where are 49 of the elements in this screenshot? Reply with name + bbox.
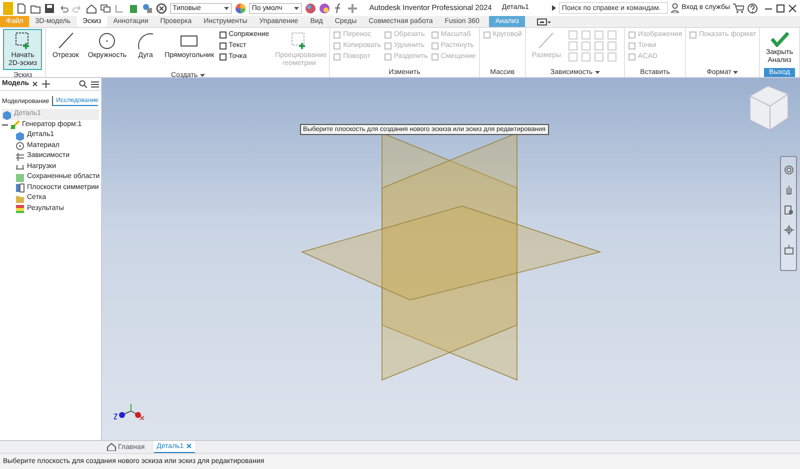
constraints-icon (15, 152, 25, 162)
results-icon (15, 204, 25, 214)
planes-icon (15, 183, 25, 194)
arrow-icon[interactable] (552, 5, 556, 11)
regions-icon (15, 172, 25, 183)
caret-icon[interactable] (594, 71, 600, 74)
tool-icon (482, 30, 491, 38)
pan-icon[interactable] (784, 185, 794, 195)
plus-icon[interactable] (42, 80, 50, 88)
menu-icon[interactable] (91, 80, 99, 88)
appearance-icon[interactable] (319, 2, 330, 14)
tool-icon (536, 31, 556, 50)
material-icon[interactable] (305, 2, 316, 14)
close-icon[interactable] (788, 4, 797, 12)
tool-icon (56, 31, 76, 50)
tool-icon (689, 30, 698, 38)
home-icon (107, 443, 116, 451)
maximize-icon[interactable] (776, 4, 785, 12)
tool-icon (97, 31, 118, 50)
caret-icon[interactable] (733, 71, 738, 74)
zoom-icon[interactable] (784, 205, 794, 215)
color-wheel-icon[interactable] (234, 2, 246, 14)
help-icon[interactable] (747, 2, 758, 14)
search-icon[interactable] (79, 80, 87, 88)
open-folder-icon[interactable] (30, 2, 41, 14)
material-icon (15, 141, 25, 152)
caret-icon (224, 6, 229, 10)
windows-icon[interactable] (100, 2, 111, 14)
undo-icon[interactable] (58, 2, 69, 14)
tool-icon (136, 31, 156, 50)
close-icon[interactable] (32, 81, 38, 87)
collapse-icon[interactable] (2, 122, 8, 128)
cart-icon[interactable] (733, 3, 744, 13)
generator-icon (10, 120, 20, 130)
orbit-icon[interactable] (784, 225, 794, 235)
app-logo-icon (3, 2, 13, 14)
axis-triad-icon[interactable] (114, 402, 144, 420)
steering-wheel-icon[interactable] (784, 165, 794, 175)
panel-toggle-icon[interactable] (537, 18, 552, 26)
home-icon[interactable] (86, 2, 97, 14)
circle-x-icon[interactable] (156, 2, 167, 14)
caret-icon (294, 6, 300, 10)
save-icon[interactable] (44, 2, 55, 14)
checkmark-icon (770, 31, 790, 47)
new-file-icon[interactable] (16, 2, 27, 14)
user-icon[interactable] (670, 3, 679, 13)
folder-icon (15, 194, 25, 204)
loads-icon (15, 162, 25, 172)
look-at-icon[interactable] (784, 245, 794, 255)
